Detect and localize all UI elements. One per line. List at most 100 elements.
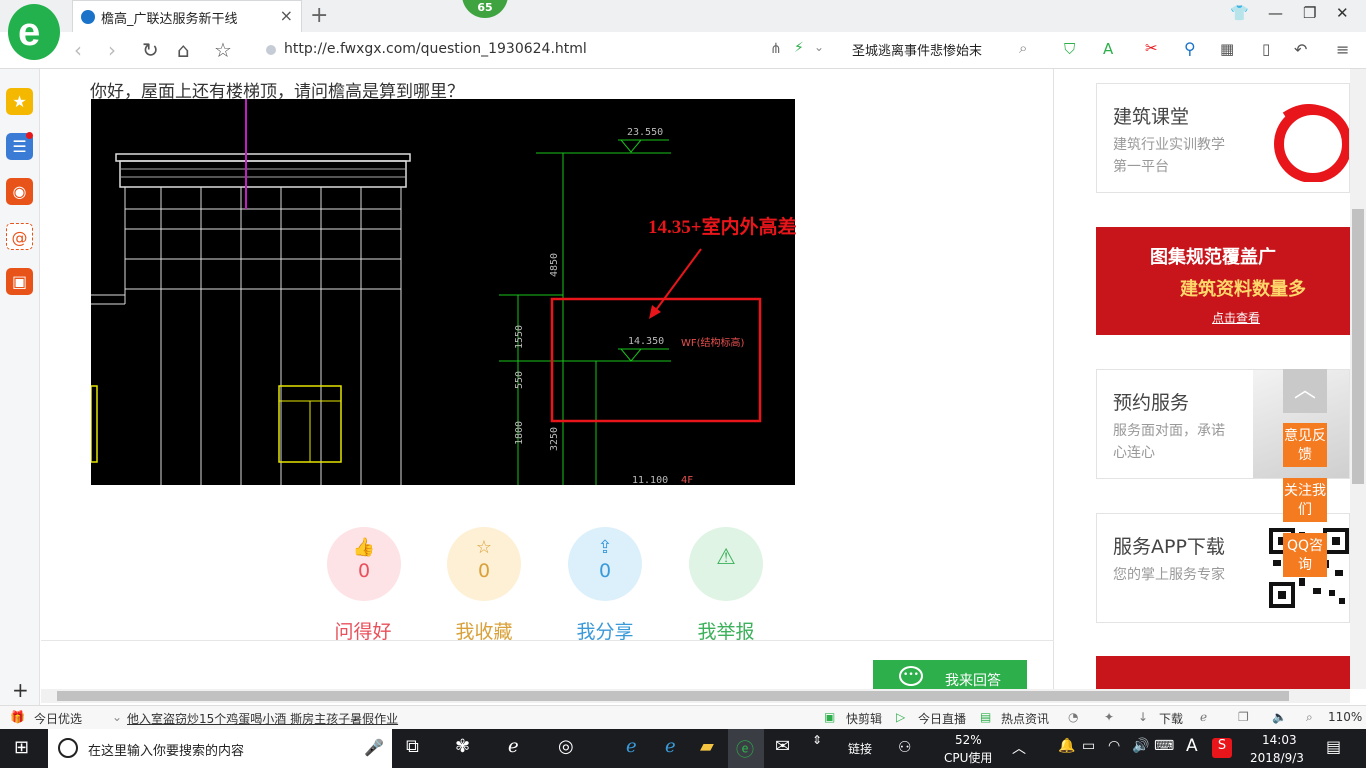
action-center-icon[interactable]: ▤ bbox=[1326, 737, 1341, 756]
download-icon[interactable]: ↓ bbox=[1138, 710, 1148, 724]
bottom-promo-banner[interactable] bbox=[1096, 656, 1350, 689]
refresh-icon[interactable]: ↻ bbox=[142, 38, 159, 62]
back-icon[interactable]: ‹ bbox=[74, 38, 82, 62]
ime-indicator[interactable]: A bbox=[1186, 736, 1198, 756]
report-button[interactable]: ⚠ bbox=[689, 527, 763, 601]
taskbar-search[interactable]: 在这里输入你要搜索的内容 🎤 bbox=[48, 729, 392, 768]
status-item-live[interactable]: 今日直播 bbox=[918, 710, 966, 727]
horizontal-scrollbar[interactable] bbox=[41, 689, 1350, 703]
minimize-button[interactable]: — bbox=[1268, 4, 1283, 22]
volume-icon[interactable]: 🔈 bbox=[1272, 710, 1287, 724]
undo-icon[interactable]: ↶ bbox=[1294, 40, 1307, 59]
ie-icon[interactable]: ℯ bbox=[1200, 710, 1207, 724]
share-icon[interactable]: ⋔ bbox=[770, 41, 782, 57]
vertical-scrollbar[interactable] bbox=[1350, 69, 1366, 689]
scroll-thumb[interactable] bbox=[57, 691, 1289, 701]
back-to-top-button[interactable]: ︿ bbox=[1283, 369, 1327, 413]
tray-scroll-icon[interactable]: ⇕ bbox=[812, 733, 822, 747]
pin-icon[interactable]: ✦ bbox=[1104, 710, 1114, 724]
add-sidebar-icon[interactable]: + bbox=[12, 678, 29, 702]
status-item-download[interactable]: 下载 bbox=[1159, 710, 1183, 727]
address-bar[interactable]: http://e.fwxgx.com/question_1930624.html bbox=[262, 38, 762, 62]
shield-icon[interactable]: ⛉ bbox=[1064, 40, 1075, 58]
forward-icon[interactable]: › bbox=[108, 38, 116, 62]
scissors-icon[interactable]: ✂ bbox=[1145, 39, 1158, 57]
close-window-button[interactable]: ✕ bbox=[1336, 4, 1349, 22]
search-suggestion[interactable]: 圣城逃离事件悲惨始末 bbox=[852, 40, 982, 59]
course-card[interactable]: 建筑课堂 建筑行业实训教学第一平台 bbox=[1096, 83, 1350, 193]
tab-close-icon[interactable]: × bbox=[280, 6, 293, 25]
folder-icon[interactable]: ▰ bbox=[700, 736, 714, 757]
today-picks[interactable]: 今日优选 bbox=[34, 710, 82, 727]
zoom-level[interactable]: 110% bbox=[1328, 710, 1362, 724]
like-button[interactable]: 👍 0 bbox=[327, 527, 401, 601]
collect-button[interactable]: ☆ 0 bbox=[447, 527, 521, 601]
keyboard-icon[interactable]: ⌨ bbox=[1154, 738, 1174, 754]
ie-taskbar-icon[interactable]: ℯ bbox=[665, 736, 676, 757]
browser-360-icon[interactable]: ⓔ bbox=[736, 736, 754, 762]
share-button[interactable]: ⇪ 0 bbox=[568, 527, 642, 601]
scroll-thumb[interactable] bbox=[1352, 209, 1364, 484]
cad-wf-label: WF(结构标高) bbox=[681, 336, 745, 349]
game-icon[interactable]: ▣ bbox=[6, 268, 33, 295]
promo-banner[interactable]: 图集规范覆盖广 建筑资料数量多 点击查看 bbox=[1096, 227, 1350, 335]
lightning-icon[interactable]: ⚡ bbox=[794, 40, 804, 56]
magnifier-icon[interactable]: ⚲ bbox=[1184, 39, 1196, 58]
banner-cta[interactable]: 点击查看 bbox=[1212, 309, 1260, 326]
answer-button[interactable]: ••• 我来回答 bbox=[873, 660, 1027, 690]
sogou-ime-icon[interactable]: S bbox=[1212, 738, 1232, 758]
follow-us-button[interactable]: 关注我们 bbox=[1283, 478, 1327, 522]
windows-start-icon[interactable]: ⊞ bbox=[14, 737, 29, 758]
cad-dim-1800: 1800 bbox=[514, 421, 525, 445]
swirl-app-icon[interactable]: ◎ bbox=[558, 736, 574, 757]
menu-icon[interactable]: ≡ bbox=[1336, 40, 1349, 59]
favorite-star-icon[interactable]: ☆ bbox=[214, 38, 232, 62]
unread-dot-icon bbox=[26, 132, 33, 139]
clock-time[interactable]: 14:03 bbox=[1262, 733, 1297, 747]
edge-icon[interactable]: ℯ bbox=[626, 736, 637, 757]
wifi-icon[interactable]: ◠ bbox=[1108, 738, 1120, 754]
zoom-icon[interactable]: ⌕ bbox=[1306, 710, 1313, 725]
browser-logo-icon[interactable]: e bbox=[8, 4, 60, 60]
banner-line2: 建筑资料数量多 bbox=[1180, 279, 1306, 300]
window-icon[interactable]: ❐ bbox=[1238, 710, 1249, 724]
qq-consult-button[interactable]: QQ咨询 bbox=[1283, 533, 1327, 577]
tray-expand-icon[interactable]: ︿ bbox=[1012, 738, 1026, 758]
speed-icon[interactable]: ◔ bbox=[1068, 710, 1078, 724]
mail-icon[interactable]: ✉ bbox=[775, 736, 790, 757]
maximize-button[interactable]: ❐ bbox=[1303, 4, 1316, 22]
news-ticker[interactable]: 他入室盗窃炒15个鸡蛋喝小酒 撕房主孩子暑假作业 bbox=[127, 710, 398, 727]
translate-icon[interactable]: A bbox=[1103, 40, 1113, 58]
apps-icon[interactable]: ▦ bbox=[1220, 40, 1234, 58]
speaker-icon[interactable]: 🔊 bbox=[1132, 738, 1149, 754]
cad-drawing-image: 23.550 14.350 11.100 4850 1550 550 1800 … bbox=[91, 99, 795, 485]
url-text: http://e.fwxgx.com/question_1930624.html bbox=[284, 41, 587, 57]
notification-bell-icon[interactable]: 🔔 bbox=[1058, 738, 1075, 754]
card-subtitle: 建筑行业实训教学第一平台 bbox=[1113, 137, 1225, 175]
card-title: 服务APP下载 bbox=[1113, 536, 1225, 558]
shirt-icon[interactable]: 👕 bbox=[1230, 4, 1249, 22]
tablet-icon[interactable]: ▯ bbox=[1262, 40, 1270, 58]
favorites-star-icon[interactable]: ★ bbox=[6, 88, 33, 115]
chevron-down-icon[interactable]: ⌄ bbox=[814, 40, 824, 54]
battery-icon[interactable]: ▭ bbox=[1082, 738, 1095, 754]
thumbs-up-icon: 👍 bbox=[352, 537, 376, 558]
microphone-icon[interactable]: 🎤 bbox=[364, 738, 384, 757]
browser-tab[interactable]: 檐高_广联达服务新干线 × bbox=[72, 0, 302, 32]
weibo-icon[interactable]: ◉ bbox=[6, 178, 33, 205]
search-icon[interactable]: ⌕ bbox=[1019, 39, 1027, 57]
links-label[interactable]: 链接 bbox=[848, 740, 872, 757]
card-subtitle: 您的掌上服务专家 bbox=[1113, 567, 1225, 583]
clock-date[interactable]: 2018/9/3 bbox=[1250, 751, 1304, 765]
fan-app-icon[interactable]: ✾ bbox=[455, 736, 470, 757]
task-view-icon[interactable]: ⧉ bbox=[406, 736, 419, 757]
status-item-edit[interactable]: 快剪辑 bbox=[846, 710, 882, 727]
gift-icon[interactable]: 🎁 bbox=[10, 710, 25, 724]
feedback-button[interactable]: 意见反馈 bbox=[1283, 423, 1327, 467]
status-item-news[interactable]: 热点资讯 bbox=[1001, 710, 1049, 727]
people-icon[interactable]: ⚇ bbox=[898, 738, 911, 756]
browser-e-icon[interactable]: ℯ bbox=[508, 736, 519, 757]
home-icon[interactable]: ⌂ bbox=[177, 38, 190, 62]
new-tab-button[interactable]: + bbox=[310, 3, 328, 28]
mail-at-icon[interactable]: @ bbox=[6, 223, 33, 250]
